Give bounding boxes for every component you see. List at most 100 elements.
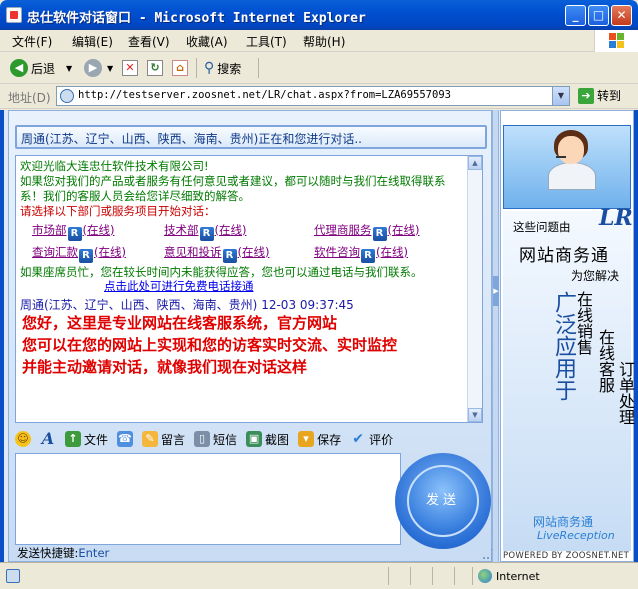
minimize-button[interactable]: _ — [565, 5, 586, 26]
search-button[interactable]: ⚲ 搜索 — [204, 57, 241, 79]
menu-help[interactable]: 帮助(H) — [303, 33, 345, 50]
chat-scrollbar[interactable]: ▲ ▼ — [467, 156, 482, 422]
maximize-button[interactable]: □ — [588, 5, 609, 26]
scroll-down-icon[interactable]: ▼ — [468, 408, 482, 422]
chat-transcript[interactable]: 欢迎光临大连忠仕软件技术有限公司! 如果您对我们的产品或者服务有任何意见或者建议… — [15, 155, 483, 423]
send-file-button[interactable]: ↑ 文件 — [65, 431, 108, 448]
chat-status-bar: 周通(江苏、辽宁、山西、陕西、海南、贵州)正在和您进行对话.. — [15, 125, 487, 149]
ad-question: 这些问题由 — [513, 220, 571, 234]
collapse-arrow-icon[interactable]: ▶ — [493, 276, 499, 306]
lr-badge-icon: R — [67, 227, 82, 241]
send-button[interactable]: 发送 — [407, 465, 479, 537]
forward-arrow-icon: ▶ — [84, 59, 102, 77]
dept-link-software[interactable]: 软件咨询 R (在线) — [314, 244, 408, 263]
menu-tools[interactable]: 工具(T) — [246, 33, 287, 50]
rate-button[interactable]: ✔ 评价 — [350, 431, 393, 448]
save-label: 保存 — [317, 432, 342, 447]
file-icon: ↑ — [65, 431, 81, 447]
message-line: 您好，这里是专业网站在线客服系统，官方网站 — [22, 314, 338, 332]
menu-file[interactable]: 文件(F) — [12, 33, 52, 50]
go-arrow-icon: ➔ — [578, 87, 594, 104]
toolbar-separator — [196, 58, 197, 78]
forward-button[interactable]: ▶ ▼ — [84, 57, 113, 79]
phone-button[interactable]: ☎ — [117, 431, 134, 447]
refresh-button[interactable]: ↻ — [147, 57, 163, 79]
send-shortcut-hint: 发送快捷键:Enter — [17, 546, 110, 560]
back-button[interactable]: ◀ 后退 ▼ — [10, 57, 72, 79]
window-title: 忠仕软件对话窗口 - Microsoft Internet Explorer — [27, 11, 366, 26]
lr-badge-icon: R — [79, 249, 93, 263]
status-pane — [432, 567, 433, 585]
agent-banner — [503, 125, 631, 209]
zone-label: Internet — [496, 569, 540, 583]
agent-avatar — [548, 128, 596, 190]
address-bar: 地址(D) http://testserver.zoosnet.net/LR/c… — [0, 84, 638, 109]
status-pane — [472, 567, 473, 585]
chat-status-text: 周通(江苏、辽宁、山西、陕西、海南、贵州)正在和您进行对话.. — [21, 132, 362, 146]
toolbar-separator — [258, 58, 259, 78]
go-label: 转到 — [597, 89, 622, 103]
menu-view[interactable]: 查看(V) — [128, 33, 170, 50]
menu-favorites[interactable]: 收藏(A) — [186, 33, 228, 50]
panel-splitter[interactable]: ▶ — [492, 110, 499, 562]
emoticon-button[interactable]: ☺ — [15, 431, 31, 447]
phone-icon: ☎ — [117, 431, 134, 447]
address-dropdown-icon[interactable]: ▼ — [552, 87, 569, 105]
screenshot-label: 截图 — [265, 432, 290, 447]
rate-label: 评价 — [369, 432, 394, 447]
dept-link-market[interactable]: 市场部 R (在线) — [32, 222, 114, 241]
chat-panel: 周通(江苏、辽宁、山西、陕西、海南、贵州)正在和您进行对话.. 欢迎光临大连忠仕… — [8, 110, 493, 562]
send-file-label: 文件 — [84, 432, 109, 447]
address-url[interactable]: http://testserver.zoosnet.net/LR/chat.as… — [78, 89, 451, 101]
security-zone: Internet — [478, 569, 540, 583]
dept-link-tech[interactable]: 技术部 R (在线) — [164, 222, 246, 241]
page-status-icon — [6, 569, 20, 583]
sms-button[interactable]: ▯ 短信 — [194, 431, 237, 448]
address-input[interactable]: http://testserver.zoosnet.net/LR/chat.as… — [56, 86, 570, 106]
status-pane — [388, 567, 389, 585]
intro-text-2: 系！我们的客服人员会给您详尽细致的解答。 — [20, 189, 250, 203]
status-bar: Internet — [0, 562, 638, 589]
back-arrow-icon: ◀ — [10, 59, 28, 77]
note-icon: ✎ — [142, 431, 159, 447]
toolbar: ◀ 后退 ▼ ▶ ▼ ✕ ↻ ⌂ ⚲ 搜索 — [0, 53, 638, 84]
back-dropdown-icon[interactable]: ▼ — [66, 64, 72, 73]
close-button[interactable]: ✕ — [611, 5, 632, 26]
refresh-icon: ↻ — [147, 60, 163, 76]
leave-message-button[interactable]: ✎ 留言 — [142, 431, 185, 448]
font-button[interactable]: A — [40, 431, 56, 447]
leave-message-label: 留言 — [161, 432, 186, 447]
free-phone-link[interactable]: 点击此处可进行免费电话接通 — [104, 278, 254, 294]
address-label: 地址(D) — [8, 91, 51, 105]
app-icon — [6, 7, 22, 23]
message-line: 您可以在您的网站上实现和您的访客实时交流、实时监控 — [22, 336, 398, 354]
windows-logo — [594, 30, 638, 52]
ad-subtitle: 为您解决 — [571, 269, 620, 283]
menu-bar: 文件(F) 编辑(E) 查看(V) 收藏(A) 工具(T) 帮助(H) — [0, 30, 638, 52]
scroll-up-icon[interactable]: ▲ — [468, 156, 482, 170]
search-icon: ⚲ — [204, 60, 215, 76]
save-button[interactable]: ▾ 保存 — [298, 431, 341, 448]
dept-link-remittance[interactable]: 查询汇款 R (在线) — [32, 244, 126, 263]
lr-badge-icon: R — [222, 249, 237, 263]
message-header: 周通(江苏、辽宁、山西、陕西、海南、贵州) 12-03 09:37:45 — [20, 296, 354, 313]
lr-logo: LR — [599, 205, 633, 231]
message-line: 并能主动邀请对话，就像我们现在对话这样 — [22, 358, 308, 376]
ad-panel: 这些问题由 LR 网站商务通 为您解决 广泛应用于 在线销售 在线客服 订单处理… — [500, 110, 635, 562]
menu-edit[interactable]: 编辑(E) — [72, 33, 113, 50]
dept-link-agent-service[interactable]: 代理商服务 R (在线) — [314, 222, 419, 241]
stop-icon: ✕ — [122, 60, 138, 76]
windows-flag-icon — [609, 33, 625, 49]
message-input[interactable] — [15, 453, 401, 545]
screenshot-button[interactable]: ▣ 截图 — [246, 431, 289, 448]
stop-button[interactable]: ✕ — [122, 57, 138, 79]
message-sender: 周通(江苏、辽宁、山西、陕西、海南、贵州) — [20, 298, 258, 312]
ad-banner[interactable]: 这些问题由 LR 网站商务通 为您解决 广泛应用于 在线销售 在线客服 订单处理… — [503, 205, 635, 551]
go-button[interactable]: ➔ 转到 — [578, 87, 621, 104]
page-icon — [60, 89, 74, 103]
home-button[interactable]: ⌂ — [172, 57, 188, 79]
dept-link-complaints[interactable]: 意见和投诉 R (在线) — [164, 244, 269, 263]
globe-icon — [478, 569, 492, 583]
smile-icon: ☺ — [15, 431, 31, 447]
forward-dropdown-icon[interactable]: ▼ — [107, 64, 113, 73]
